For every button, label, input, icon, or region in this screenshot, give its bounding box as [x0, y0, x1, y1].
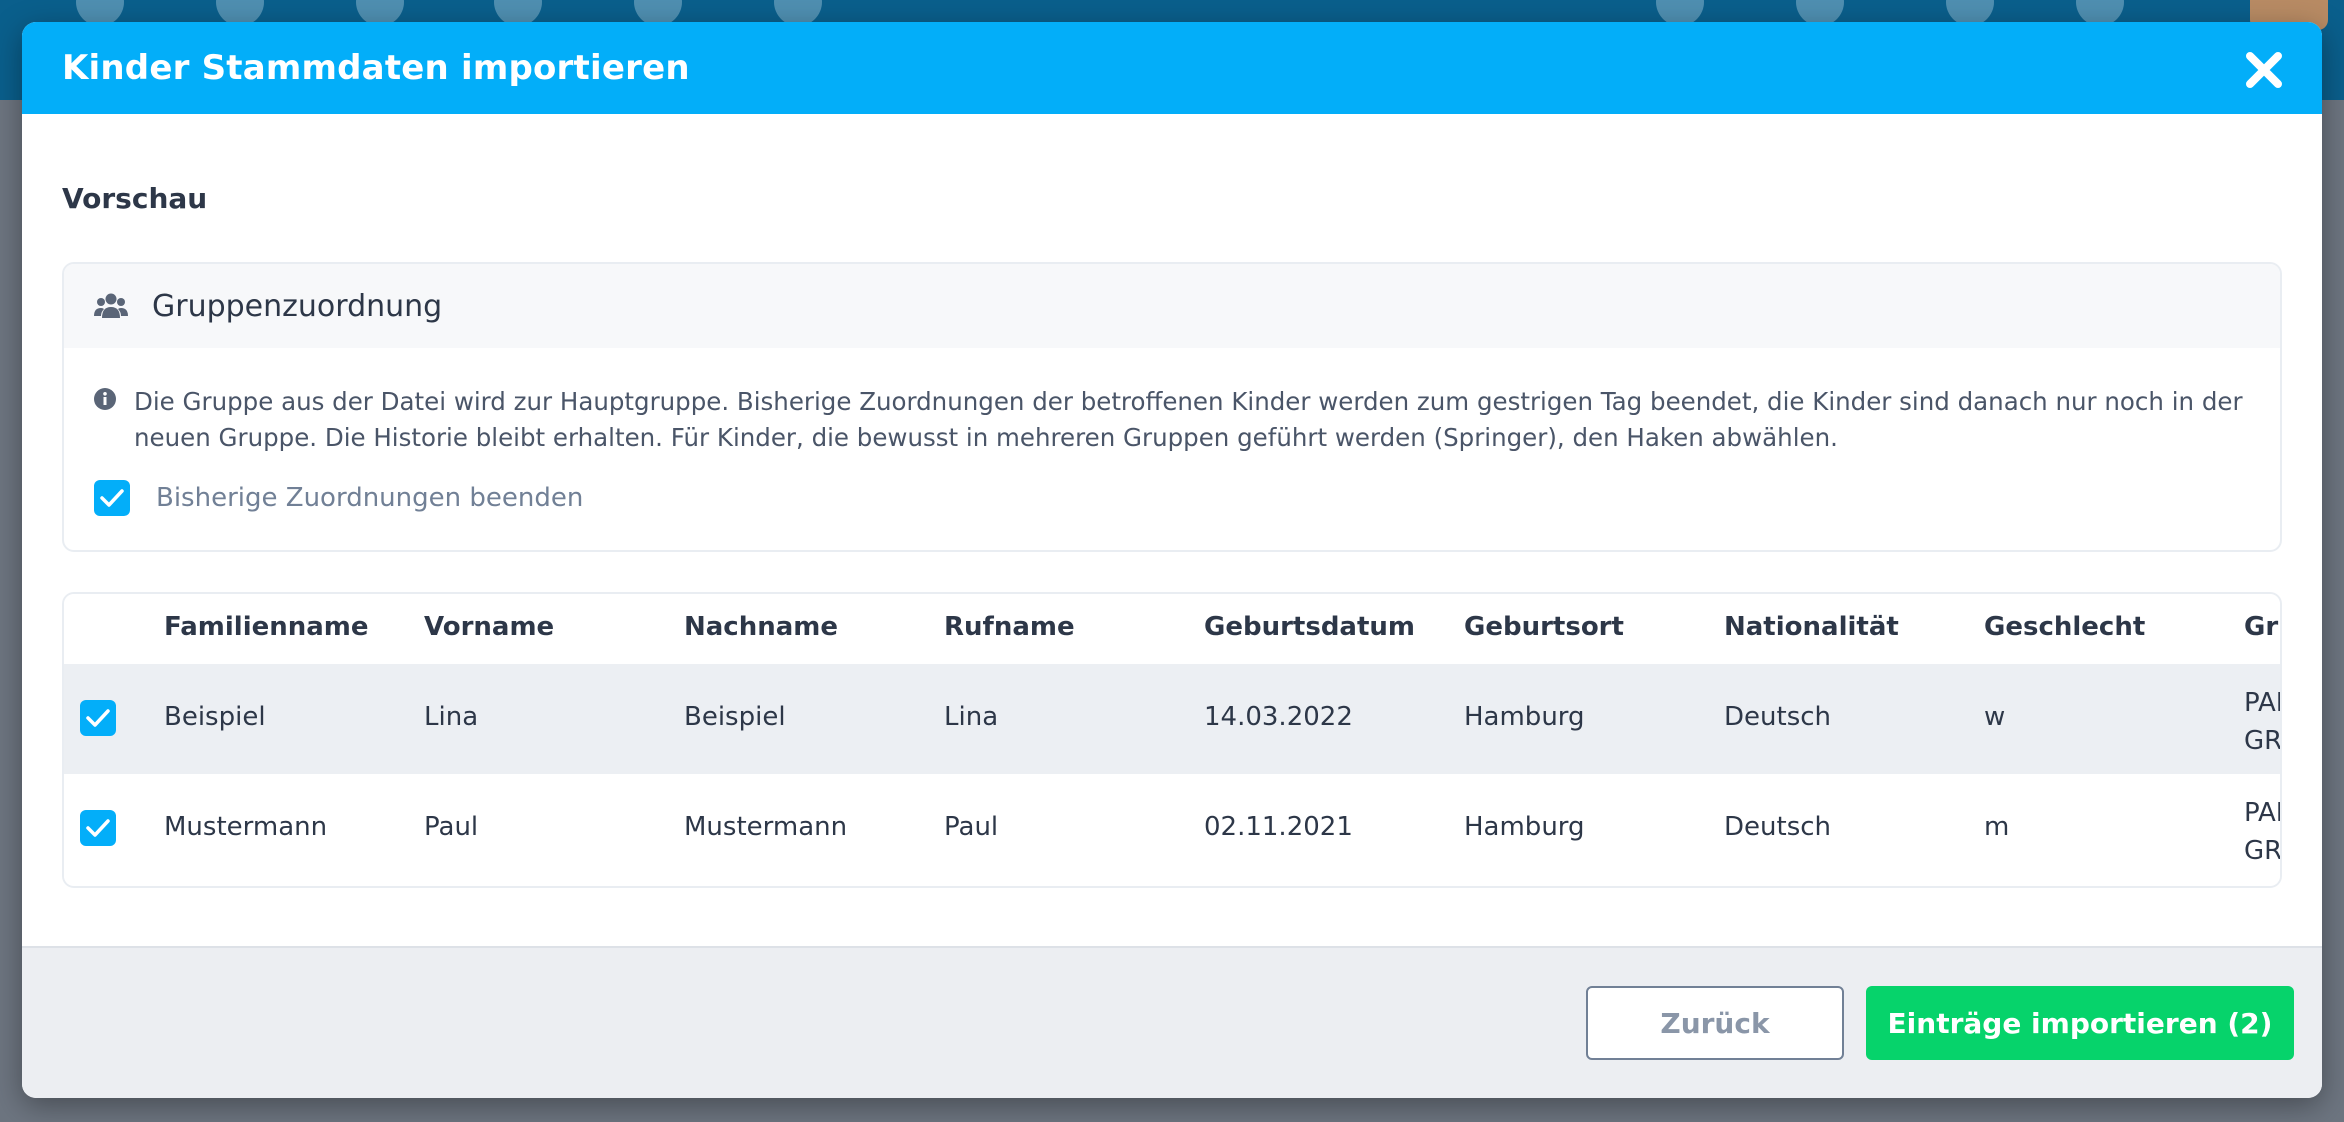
group-card-title: Gruppenzuordnung — [152, 288, 443, 324]
modal-footer: Zurück Einträge importieren (2) — [22, 946, 2322, 1098]
modal-title: Kinder Stammdaten importieren — [62, 48, 690, 88]
import-button[interactable]: Einträge importieren (2) — [1866, 986, 2294, 1060]
cell-gruppe-line: GR — [2244, 726, 2282, 756]
cell-geburtsort: Hamburg — [1464, 702, 1585, 732]
column-header-geburtsdatum[interactable]: Geburtsdatum — [1204, 612, 1415, 642]
column-header-familienname[interactable]: Familienname — [164, 612, 369, 642]
close-icon — [2246, 52, 2282, 88]
column-header-vorname[interactable]: Vorname — [424, 612, 554, 642]
cell-vorname: Paul — [424, 812, 479, 842]
checkmark-icon — [86, 819, 110, 837]
column-header-nationalitaet[interactable]: Nationalität — [1724, 612, 1899, 642]
close-button[interactable] — [2244, 50, 2284, 90]
info-icon — [94, 388, 116, 410]
info-text-line: neuen Gruppe. Die Historie bleibt erhalt… — [134, 423, 1838, 452]
cell-rufname: Lina — [944, 702, 999, 732]
column-header-geschlecht[interactable]: Geschlecht — [1984, 612, 2145, 642]
end-assignments-checkbox[interactable] — [94, 480, 130, 516]
row-select-checkbox[interactable] — [80, 700, 116, 736]
table-row[interactable]: Beispiel Lina Beispiel Lina 14.03.2022 H… — [64, 664, 2280, 774]
import-modal: Kinder Stammdaten importieren Vorschau G… — [22, 22, 2322, 1098]
cell-nationalitaet: Deutsch — [1724, 702, 1832, 732]
cell-gruppe: PAI GR — [2244, 794, 2282, 870]
checkmark-icon — [86, 709, 110, 727]
cell-geburtsdatum: 14.03.2022 — [1204, 702, 1353, 732]
back-button[interactable]: Zurück — [1586, 986, 1844, 1060]
cell-gruppe-line: PAI — [2244, 688, 2282, 718]
cell-gruppe: PAI GR — [2244, 684, 2282, 760]
column-header-geburtsort[interactable]: Geburtsort — [1464, 612, 1624, 642]
section-title: Vorschau — [62, 182, 208, 215]
cell-gruppe-line: PAI — [2244, 798, 2282, 828]
cell-rufname: Paul — [944, 812, 999, 842]
cell-vorname: Lina — [424, 702, 479, 732]
cell-gruppe-line: GR — [2244, 836, 2282, 866]
cell-geburtsort: Hamburg — [1464, 812, 1585, 842]
cell-nachname: Beispiel — [684, 702, 786, 732]
row-select-checkbox[interactable] — [80, 810, 116, 846]
end-assignments-option[interactable]: Bisherige Zuordnungen beenden — [94, 480, 583, 516]
column-header-nachname[interactable]: Nachname — [684, 612, 838, 642]
modal-header: Kinder Stammdaten importieren — [22, 22, 2322, 114]
column-header-gruppe[interactable]: Gru — [2244, 612, 2280, 642]
checkmark-icon — [100, 489, 124, 507]
group-card-header: Gruppenzuordnung — [64, 264, 2280, 348]
cell-geschlecht: m — [1984, 812, 2010, 842]
cell-nachname: Mustermann — [684, 812, 848, 842]
info-message: Die Gruppe aus der Datei wird zur Hauptg… — [94, 384, 2250, 456]
group-assignment-card: Gruppenzuordnung Die Gruppe aus der Date… — [62, 262, 2282, 552]
table-row[interactable]: Mustermann Paul Mustermann Paul 02.11.20… — [64, 774, 2280, 884]
users-icon — [94, 293, 128, 318]
end-assignments-label[interactable]: Bisherige Zuordnungen beenden — [156, 483, 583, 513]
cell-familienname: Beispiel — [164, 702, 266, 732]
table-header: Familienname Vorname Nachname Rufname Ge… — [64, 594, 2280, 664]
info-text-line: Die Gruppe aus der Datei wird zur Hauptg… — [134, 387, 2243, 416]
cell-geburtsdatum: 02.11.2021 — [1204, 812, 1353, 842]
cell-geschlecht: w — [1984, 702, 2006, 732]
column-header-rufname[interactable]: Rufname — [944, 612, 1075, 642]
preview-table: Familienname Vorname Nachname Rufname Ge… — [62, 592, 2282, 888]
cell-familienname: Mustermann — [164, 812, 328, 842]
cell-nationalitaet: Deutsch — [1724, 812, 1832, 842]
